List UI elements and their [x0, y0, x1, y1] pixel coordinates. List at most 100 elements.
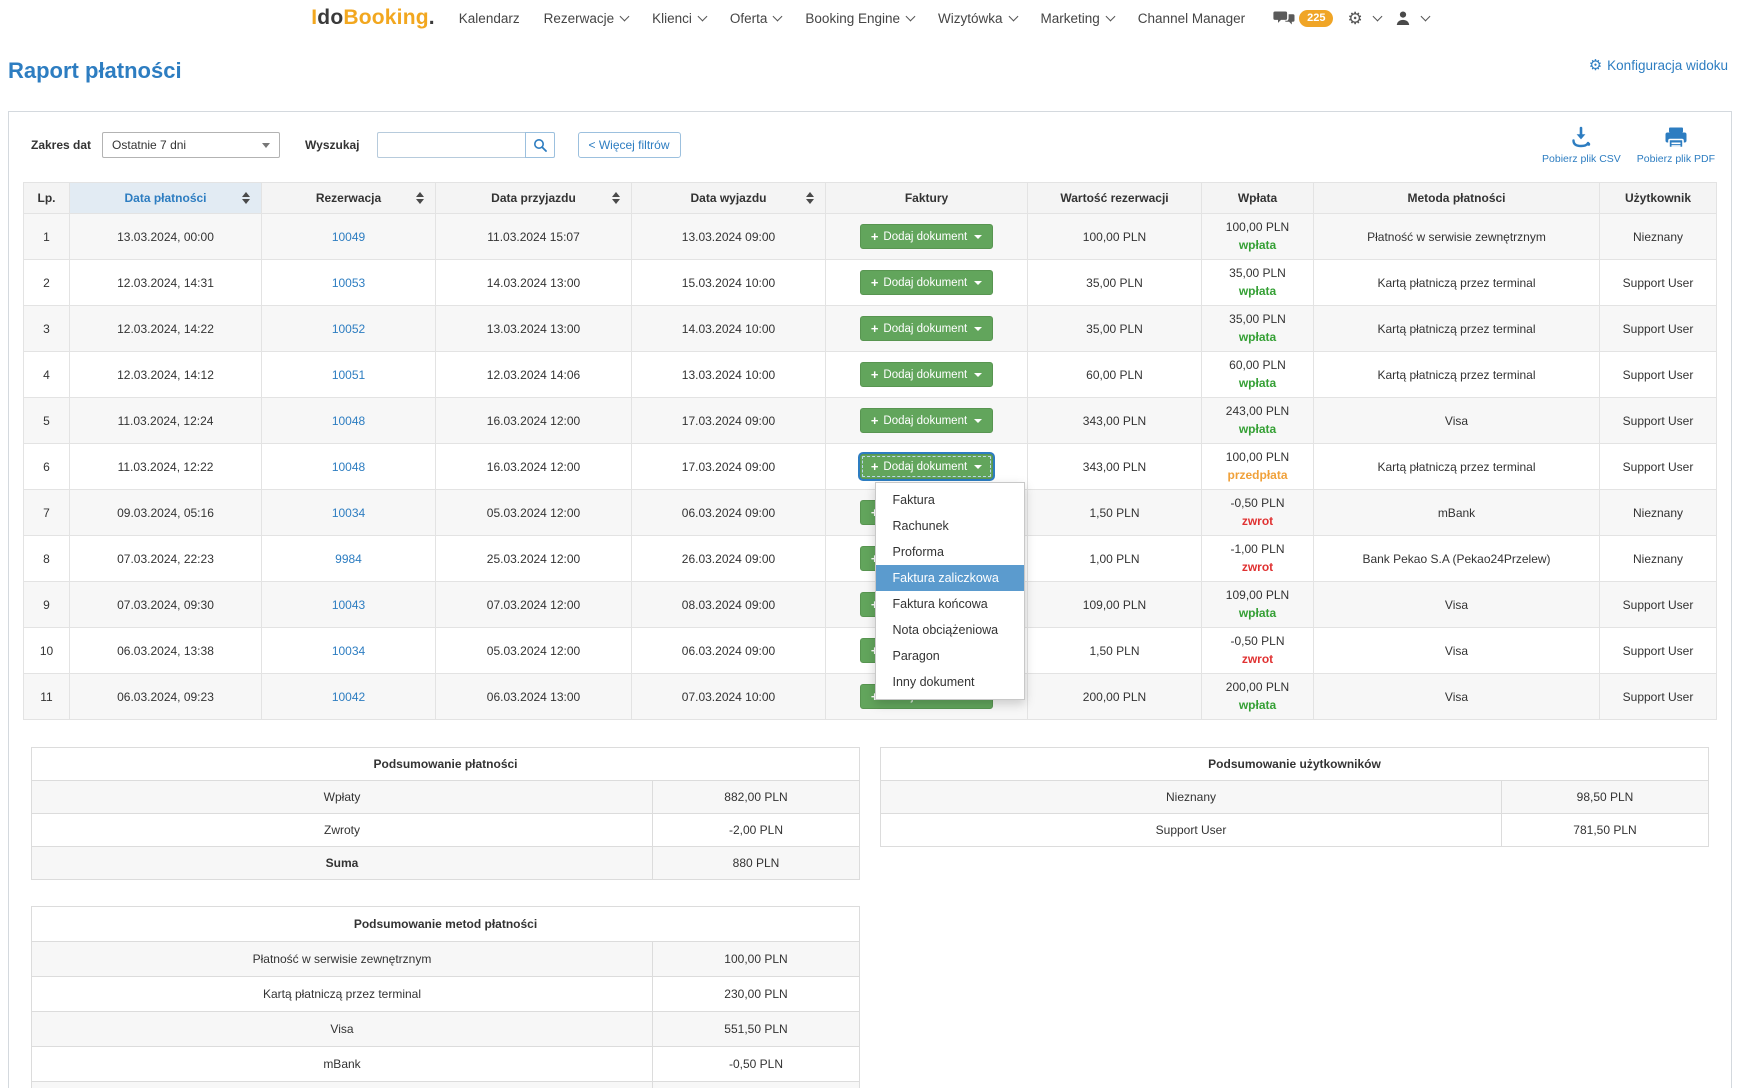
cell-arrival-date: 16.03.2024 12:00	[436, 398, 632, 444]
cell-payment-date: 11.03.2024, 12:22	[70, 444, 262, 490]
dropdown-item-proforma[interactable]: Proforma	[876, 539, 1024, 565]
cell-user: Support User	[1600, 260, 1717, 306]
cell-reservation-value: 1,50 PLN	[1028, 490, 1202, 536]
caret-down-icon	[262, 143, 270, 148]
table-row: 4 12.03.2024, 14:12 10051 12.03.2024 14:…	[24, 352, 1717, 398]
add-document-button[interactable]: + Dodaj dokument	[860, 316, 993, 341]
summary-row: Support User 781,50 PLN	[881, 814, 1709, 847]
column-header-lp: Lp.	[24, 183, 70, 214]
cell-user: Nieznany	[1600, 536, 1717, 582]
reservation-link[interactable]: 10049	[332, 230, 365, 244]
nav-item-rezerwacje[interactable]: Rezerwacje	[544, 11, 629, 26]
column-label: Metoda płatności	[1407, 191, 1505, 205]
cell-arrival-date: 13.03.2024 13:00	[436, 306, 632, 352]
table-row: 9 07.03.2024, 09:30 10043 07.03.2024 12:…	[24, 582, 1717, 628]
add-document-button[interactable]: + Dodaj dokument	[860, 408, 993, 433]
reservation-link[interactable]: 10034	[332, 506, 365, 520]
nav-item-kalendarz[interactable]: Kalendarz	[459, 11, 520, 26]
sort-icon[interactable]	[242, 192, 250, 204]
cell-arrival-date: 07.03.2024 12:00	[436, 582, 632, 628]
account-menu-button[interactable]	[1395, 10, 1429, 26]
reservation-link[interactable]: 10048	[332, 414, 365, 428]
cell-reservation-value: 100,00 PLN	[1028, 214, 1202, 260]
search-input[interactable]	[377, 132, 525, 158]
table-row: 8 07.03.2024, 22:23 9984 25.03.2024 12:0…	[24, 536, 1717, 582]
dropdown-item-nota-obci-eniowa[interactable]: Nota obciążeniowa	[876, 617, 1024, 643]
sort-icon[interactable]	[416, 192, 424, 204]
date-range-selected-value: Ostatnie 7 dni	[112, 138, 186, 152]
payment-amount: 35,00 PLN	[1208, 265, 1307, 282]
reservation-link[interactable]: 10042	[332, 690, 365, 704]
gear-icon: ⚙	[1347, 10, 1362, 27]
cell-lp: 7	[24, 490, 70, 536]
add-document-button[interactable]: + Dodaj dokument	[860, 362, 993, 387]
download-pdf-button[interactable]: Pobierz plik PDF	[1637, 126, 1715, 165]
dropdown-item-faktura-ko-cowa[interactable]: Faktura końcowa	[876, 591, 1024, 617]
summary-row-value: 882,00 PLN	[653, 781, 860, 814]
add-document-button[interactable]: + Dodaj dokument	[860, 224, 993, 249]
search-button[interactable]	[525, 132, 555, 158]
nav-item-marketing[interactable]: Marketing	[1041, 11, 1114, 26]
add-document-label: Dodaj dokument	[883, 461, 967, 473]
cell-payment-date: 06.03.2024, 09:23	[70, 674, 262, 720]
nav-item-klienci[interactable]: Klienci	[652, 11, 706, 26]
column-header-data-przyjazdu[interactable]: Data przyjazdu	[436, 183, 632, 214]
nav-item-label: Channel Manager	[1138, 11, 1245, 26]
summary-title: Podsumowanie metod płatności	[32, 907, 860, 942]
reservation-link[interactable]: 10034	[332, 644, 365, 658]
cell-user: Nieznany	[1600, 214, 1717, 260]
dropdown-item-faktura[interactable]: Faktura	[876, 487, 1024, 513]
add-document-button[interactable]: + Dodaj dokument	[860, 270, 993, 295]
add-document-button[interactable]: + Dodaj dokument	[860, 454, 993, 479]
caret-down-icon	[974, 327, 982, 331]
summary-row-label: mBank	[32, 1047, 653, 1082]
settings-menu-button[interactable]: ⚙	[1347, 10, 1380, 27]
view-configuration-link[interactable]: ⚙ Konfiguracja widoku	[1589, 58, 1728, 73]
cell-departure-date: 13.03.2024 09:00	[632, 214, 826, 260]
reservation-link[interactable]: 10048	[332, 460, 365, 474]
dropdown-item-rachunek[interactable]: Rachunek	[876, 513, 1024, 539]
reservation-link[interactable]: 10043	[332, 598, 365, 612]
summary-row: Nieznany 98,50 PLN	[881, 781, 1709, 814]
caret-down-icon	[974, 465, 982, 469]
more-filters-button[interactable]: < Więcej filtrów	[578, 132, 681, 158]
column-header-u-ytkownik: Użytkownik	[1600, 183, 1717, 214]
payment-status-badge: zwrot	[1208, 559, 1307, 576]
reservation-link[interactable]: 9984	[335, 552, 362, 566]
date-range-select[interactable]: Ostatnie 7 dni	[102, 132, 280, 158]
table-row: 2 12.03.2024, 14:31 10053 14.03.2024 13:…	[24, 260, 1717, 306]
messages-button[interactable]: 225	[1273, 9, 1333, 27]
idobooking-logo[interactable]: IdoBooking.	[311, 6, 435, 30]
column-header-metoda-p-atno-ci: Metoda płatności	[1314, 183, 1600, 214]
reservation-link[interactable]: 10051	[332, 368, 365, 382]
summary-title: Podsumowanie użytkowników	[881, 748, 1709, 781]
sort-icon[interactable]	[806, 192, 814, 204]
payment-amount: 100,00 PLN	[1208, 449, 1307, 466]
cell-arrival-date: 11.03.2024 15:07	[436, 214, 632, 260]
column-label: Wpłata	[1238, 191, 1277, 205]
sort-icon[interactable]	[612, 192, 620, 204]
download-csv-button[interactable]: Pobierz plik CSV	[1542, 126, 1621, 165]
add-document-label: Dodaj dokument	[883, 369, 967, 381]
summary-row-value: 551,50 PLN	[653, 1012, 860, 1047]
reservation-link[interactable]: 10053	[332, 276, 365, 290]
dropdown-item-paragon[interactable]: Paragon	[876, 643, 1024, 669]
dropdown-item-inny-dokument[interactable]: Inny dokument	[876, 669, 1024, 695]
column-header-data-p-atno-ci[interactable]: Data płatności	[70, 183, 262, 214]
dropdown-item-faktura-zaliczkowa[interactable]: Faktura zaliczkowa	[876, 565, 1024, 591]
cell-departure-date: 15.03.2024 10:00	[632, 260, 826, 306]
plus-icon: +	[871, 322, 879, 335]
nav-item-oferta[interactable]: Oferta	[730, 11, 782, 26]
table-row: 1 13.03.2024, 00:00 10049 11.03.2024 15:…	[24, 214, 1717, 260]
column-header-rezerwacja[interactable]: Rezerwacja	[262, 183, 436, 214]
nav-item-wizyt-wka[interactable]: Wizytówka	[938, 11, 1017, 26]
summary-row: Płatność w serwisie zewnętrznym 100,00 P…	[32, 942, 860, 977]
reservation-link[interactable]: 10052	[332, 322, 365, 336]
cell-departure-date: 14.03.2024 10:00	[632, 306, 826, 352]
summary-row-label: Płatność w serwisie zewnętrznym	[32, 942, 653, 977]
nav-item-booking-engine[interactable]: Booking Engine	[805, 11, 914, 26]
column-header-data-wyjazdu[interactable]: Data wyjazdu	[632, 183, 826, 214]
nav-item-channel-manager[interactable]: Channel Manager	[1138, 11, 1245, 26]
nav-item-label: Klienci	[652, 11, 692, 26]
summary-row: Kartą płatniczą przez terminal 230,00 PL…	[32, 977, 860, 1012]
